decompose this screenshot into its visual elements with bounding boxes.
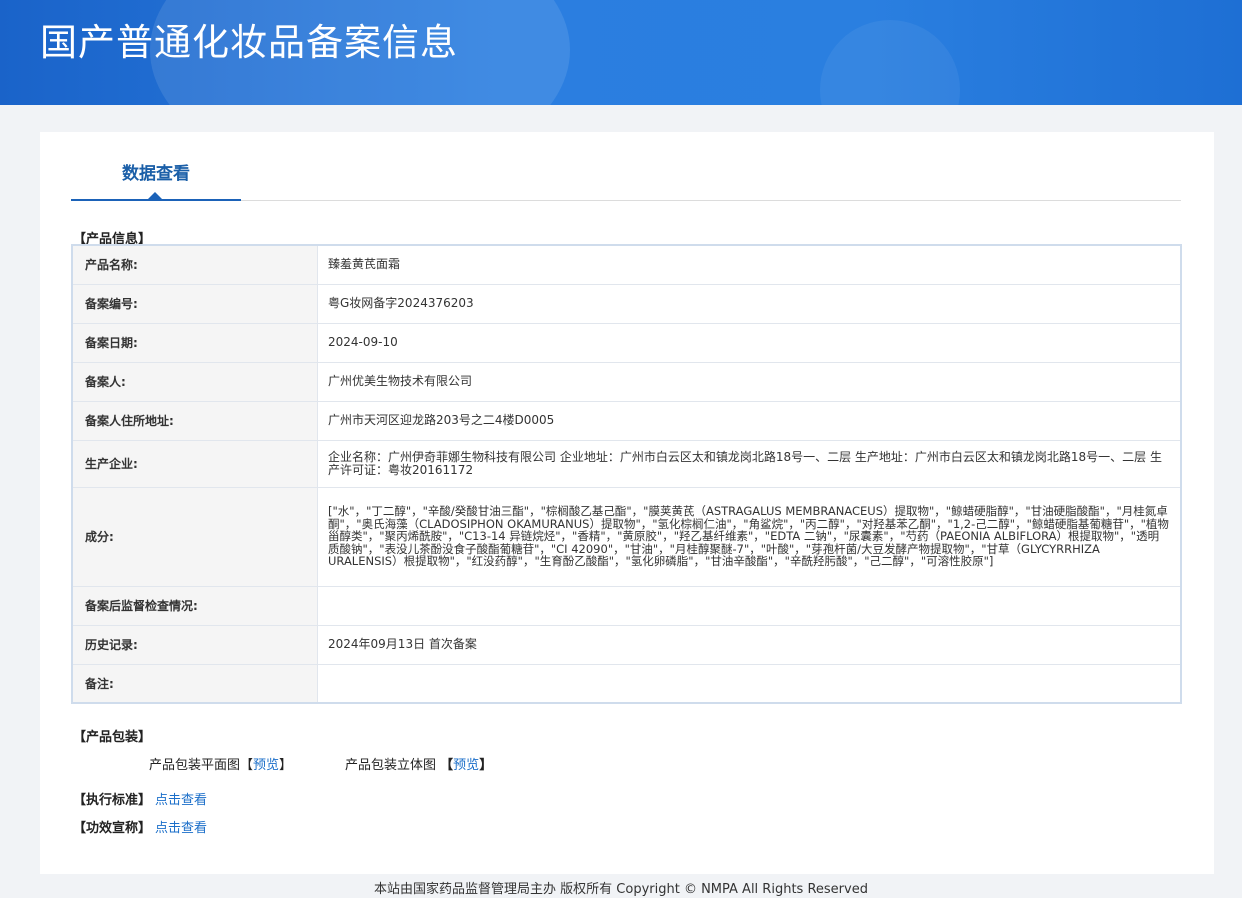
- history-value: 2024年09月13日 首次备案: [317, 624, 1182, 665]
- packaging-heading: 【产品包装】: [73, 730, 152, 745]
- packaging-solid-label: 产品包装立体图: [345, 758, 437, 773]
- table-row: 备案人: 广州优美生物技术有限公司: [71, 361, 1182, 402]
- efficacy-view-link[interactable]: 点击查看: [155, 821, 207, 836]
- row-label: 备案人住所地址:: [71, 400, 318, 441]
- packaging-solid: 产品包装立体图 【预览】: [345, 754, 492, 773]
- row-label: 成分:: [71, 486, 318, 587]
- manufacturer-value: 企业名称：广州伊奇菲娜生物科技有限公司 企业地址：广州市白云区太和镇龙岗北路18…: [317, 439, 1182, 488]
- table-row: 备案日期: 2024-09-10: [71, 322, 1182, 363]
- header-banner: 国产普通化妆品备案信息: [0, 0, 1242, 105]
- row-label: 备案日期:: [71, 322, 318, 363]
- row-label: 产品名称:: [71, 244, 318, 285]
- preview-flat-link[interactable]: 预览: [253, 758, 279, 773]
- tab-indicator-icon: [148, 192, 162, 199]
- bracket-close: 】: [479, 758, 493, 773]
- table-row: 备注:: [71, 663, 1182, 704]
- standard-view-link[interactable]: 点击查看: [155, 793, 207, 808]
- row-label: 备案人:: [71, 361, 318, 402]
- banner-decoration: [820, 20, 960, 105]
- content-panel: 数据查看 【产品信息】 产品名称: 臻羞黄芪面霜 备案编号: 粤G妆网备字202…: [40, 132, 1214, 874]
- table-row: 备案编号: 粤G妆网备字2024376203: [71, 283, 1182, 324]
- efficacy-row: 【功效宣称】 点击查看: [73, 817, 207, 836]
- footer-copyright: 本站由国家药品监督管理局主办 版权所有 Copyright © NMPA All…: [374, 882, 868, 897]
- registration-number-value: 粤G妆网备字2024376203: [317, 283, 1182, 324]
- packaging-flat: 产品包装平面图【预览】: [149, 754, 292, 773]
- preview-solid-link[interactable]: 预览: [453, 758, 479, 773]
- row-label: 生产企业:: [71, 439, 318, 488]
- table-row: 生产企业: 企业名称：广州伊奇菲娜生物科技有限公司 企业地址：广州市白云区太和镇…: [71, 439, 1182, 488]
- tab-label: 数据查看: [122, 164, 190, 184]
- ingredients-value: ["水"，"丁二醇"，"辛酸/癸酸甘油三酯"，"棕榈酸乙基己酯"，"膜荚黄芪（A…: [317, 486, 1182, 587]
- tab-bar: 数据查看: [71, 132, 1181, 201]
- efficacy-heading: 【功效宣称】: [73, 821, 152, 836]
- product-name-value: 臻羞黄芪面霜: [317, 244, 1182, 285]
- bracket-open: 【: [240, 758, 254, 773]
- row-label: 历史记录:: [71, 624, 318, 665]
- inspection-value: [317, 585, 1182, 626]
- tab-data-view[interactable]: 数据查看: [71, 132, 241, 201]
- table-row: 产品名称: 臻羞黄芪面霜: [71, 244, 1182, 285]
- standard-heading: 【执行标准】: [73, 793, 152, 808]
- page-title: 国产普通化妆品备案信息: [40, 21, 458, 64]
- standard-row: 【执行标准】 点击查看: [73, 789, 207, 808]
- row-label: 备案编号:: [71, 283, 318, 324]
- packaging-flat-label: 产品包装平面图: [149, 758, 241, 773]
- product-info-table: 产品名称: 臻羞黄芪面霜 备案编号: 粤G妆网备字2024376203 备案日期…: [71, 244, 1182, 704]
- table-row: 备案后监督检查情况:: [71, 585, 1182, 626]
- registrant-value: 广州优美生物技术有限公司: [317, 361, 1182, 402]
- row-label: 备注:: [71, 663, 318, 704]
- registration-date-value: 2024-09-10: [317, 322, 1182, 363]
- remarks-value: [317, 663, 1182, 704]
- table-row: 成分: ["水"，"丁二醇"，"辛酸/癸酸甘油三酯"，"棕榈酸乙基己酯"，"膜荚…: [71, 486, 1182, 587]
- table-row: 历史记录: 2024年09月13日 首次备案: [71, 624, 1182, 665]
- bracket-open: 【: [440, 758, 454, 773]
- row-label: 备案后监督检查情况:: [71, 585, 318, 626]
- registrant-address-value: 广州市天河区迎龙路203号之二4楼D0005: [317, 400, 1182, 441]
- bracket-close: 】: [279, 758, 293, 773]
- table-row: 备案人住所地址: 广州市天河区迎龙路203号之二4楼D0005: [71, 400, 1182, 441]
